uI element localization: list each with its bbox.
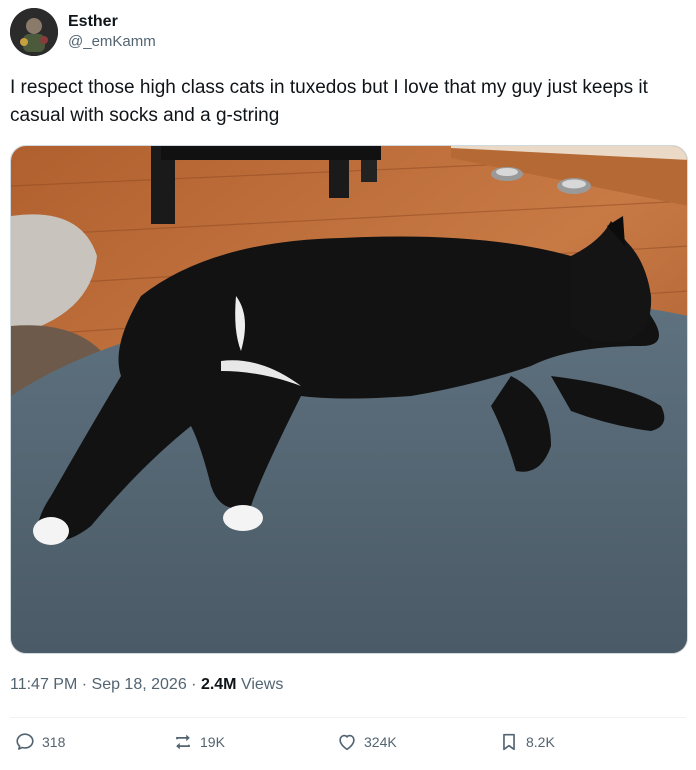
tweet-date[interactable]: Sep 18, 2026: [92, 676, 187, 693]
action-bar: 318 19K 324K 8.2K: [0, 731, 696, 761]
tweet-photo[interactable]: [10, 145, 688, 654]
author-names: Esther @_emKamm: [68, 12, 156, 52]
views-count: 2.4M: [200, 676, 237, 693]
bookmark-button[interactable]: 8.2K: [498, 731, 555, 753]
divider: [10, 717, 686, 718]
user-handle[interactable]: @_emKamm: [68, 32, 156, 52]
reply-button[interactable]: 318: [14, 731, 65, 753]
meta-separator: ·: [77, 676, 92, 693]
tweet-meta: 11:47 PM · Sep 18, 2026 · 2.4M Views: [10, 676, 283, 694]
meta-separator: ·: [186, 676, 201, 693]
tweet-header: Esther @_emKamm: [10, 8, 156, 56]
views-label: Views: [240, 676, 284, 693]
tweet-time[interactable]: 11:47 PM: [10, 676, 77, 693]
repost-icon: [176, 734, 190, 750]
avatar[interactable]: [10, 8, 58, 56]
display-name[interactable]: Esther: [68, 12, 156, 32]
bookmark-count: 8.2K: [526, 734, 555, 750]
reply-count: 318: [42, 734, 66, 750]
heart-icon: [339, 734, 355, 751]
repost-button[interactable]: 19K: [172, 731, 225, 753]
bookmark-icon: [503, 733, 515, 751]
like-button[interactable]: 324K: [336, 731, 397, 753]
repost-count: 19K: [200, 734, 225, 750]
tweet-text: I respect those high class cats in tuxed…: [10, 77, 648, 126]
reply-icon: [16, 733, 34, 750]
like-count: 324K: [364, 734, 397, 750]
